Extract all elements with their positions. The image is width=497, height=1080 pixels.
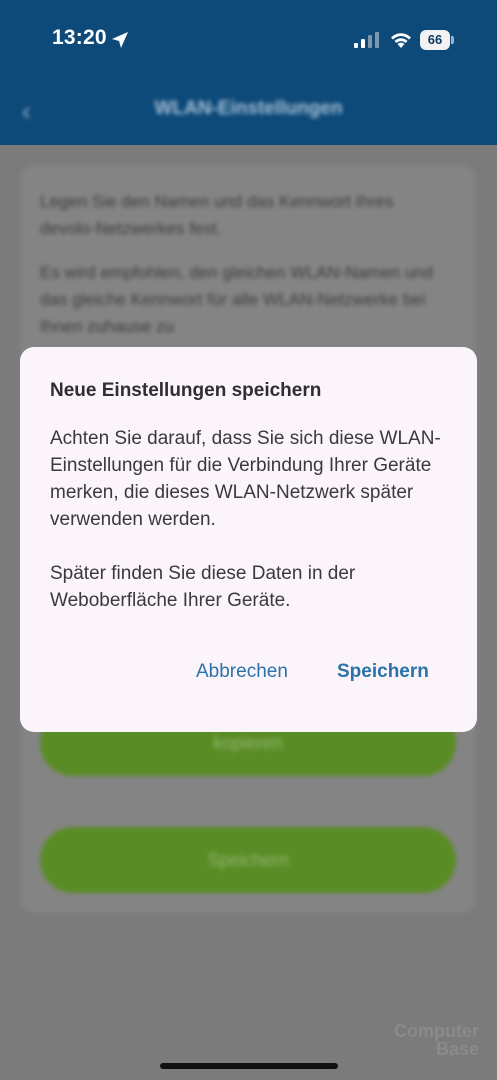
cellular-signal-icon xyxy=(354,32,379,48)
save-settings-dialog: Neue Einstellungen speichern Achten Sie … xyxy=(20,347,477,732)
card-paragraph-1: Legen Sie den Namen und das Kennwort Ihr… xyxy=(40,192,394,238)
location-arrow-icon xyxy=(112,32,128,48)
battery-level: 66 xyxy=(427,32,443,47)
dialog-title: Neue Einstellungen speichern xyxy=(50,380,322,401)
status-bar: 13:20 66 xyxy=(0,0,497,80)
battery-tip xyxy=(451,36,454,44)
wifi-icon xyxy=(391,33,411,48)
watermark-line-1: Computer xyxy=(394,1021,479,1041)
card-paragraph-2: Es wird empfohlen, den gleichen WLAN-Nam… xyxy=(40,263,434,336)
dialog-paragraph-2: Später finden Sie diese Daten in der Web… xyxy=(50,563,356,611)
save-settings-button[interactable]: Speichern xyxy=(40,827,456,893)
dialog-paragraph-1: Achten Sie darauf, dass Sie sich diese W… xyxy=(50,428,441,530)
page-title: WLAN-Einstellungen xyxy=(154,98,343,119)
watermark-line-2: Base xyxy=(435,1039,479,1059)
save-button[interactable]: Speichern xyxy=(337,661,429,683)
cancel-button[interactable]: Abbrechen xyxy=(196,661,288,683)
card-description: Legen Sie den Namen und das Kennwort Ihr… xyxy=(40,188,440,357)
dialog-message: Achten Sie darauf, dass Sie sich diese W… xyxy=(50,425,460,641)
battery-icon: 66 xyxy=(420,30,454,50)
watermark-logo: Computer Base xyxy=(389,1022,479,1068)
status-time: 13:20 xyxy=(52,26,107,49)
home-indicator[interactable] xyxy=(160,1063,338,1069)
